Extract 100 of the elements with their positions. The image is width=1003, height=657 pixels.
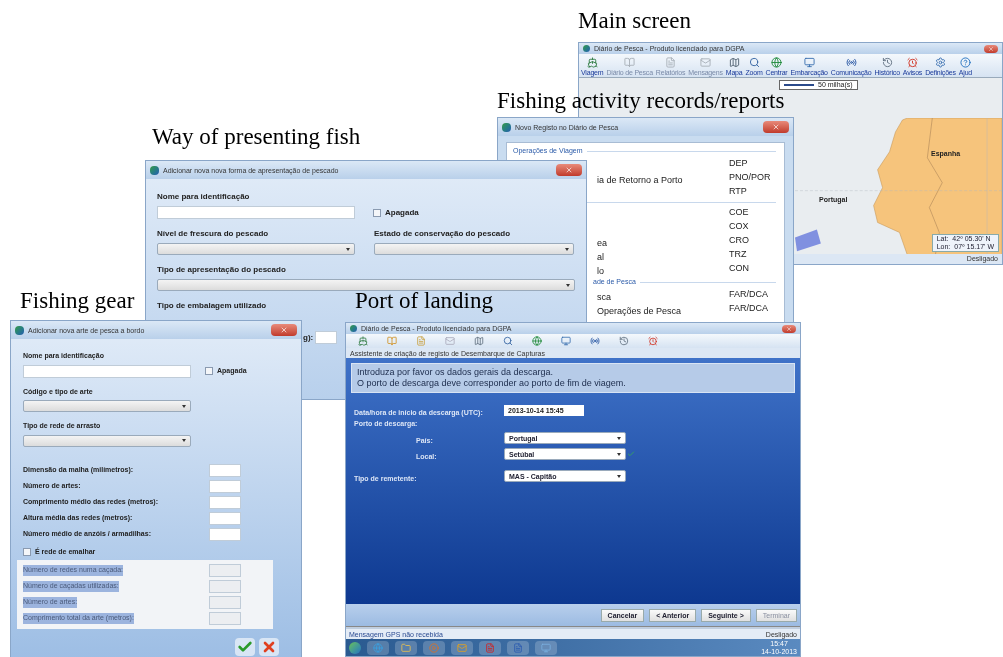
record-code: FAR/DCA [729,302,768,316]
list-item[interactable]: al [597,252,604,262]
caret-icon [182,439,186,442]
close-icon [988,45,994,52]
close-button[interactable] [556,164,582,176]
search-icon[interactable] [503,336,513,346]
field-label: Nome para identificação [157,191,250,203]
confirm-button[interactable] [235,638,255,656]
input-field[interactable] [157,206,355,219]
list-item[interactable]: ea [597,238,607,248]
field-label: Estado de conservação do pescado [374,228,511,240]
document-icon [513,642,523,653]
checkbox[interactable] [23,547,31,556]
close-button[interactable] [984,44,998,53]
caret-icon [617,474,621,478]
settings-icon [935,57,946,68]
slide-caption: Main screen [578,8,692,34]
instruction-text: Introduza por favor os dados gerais da descarga. [357,367,554,378]
list-item[interactable]: Operações de Pesca [597,306,682,316]
dropdown[interactable] [23,400,191,412]
field-label: Tipo de apresentação do pescado [157,264,286,276]
antenna-icon[interactable] [590,336,600,346]
record-code: COE [729,206,749,220]
clock-icon [881,57,893,68]
input-field[interactable] [209,479,241,493]
caret-icon [566,283,570,287]
record-code: CRO [729,234,749,248]
app-icon [583,45,590,52]
close-icon [786,325,792,332]
taskbar-button[interactable] [451,640,473,655]
taskbar-button[interactable] [507,640,529,655]
app-icon [502,122,511,132]
app-icon [350,325,357,332]
taskbar-button[interactable] [479,640,501,655]
record-code: PNO/POR [729,171,771,185]
map-icon[interactable] [474,336,484,346]
input-field[interactable] [209,612,241,625]
ship-icon [586,57,598,68]
checkbox-label: Apagada [385,206,419,219]
record-code: COX [729,220,749,234]
monitor-icon[interactable] [561,336,571,346]
globe-icon [373,642,383,653]
globe-icon [771,57,783,68]
alarm-clock-icon [907,57,918,68]
input-field[interactable] [315,331,338,344]
caret-icon [617,436,621,440]
input-field[interactable] [209,495,241,509]
taskbar-button[interactable] [367,640,389,655]
document-icon [665,57,677,68]
folder-icon [401,642,411,653]
slide-caption: Fishing activity records/reports [497,88,785,114]
monitor-icon [541,642,551,653]
checkbox[interactable] [373,208,381,217]
slide-caption: Fishing gear [20,288,135,314]
book-icon[interactable] [387,336,397,346]
list-item[interactable]: ia de Retorno a Porto [597,175,683,185]
field-label: Nível de frescura do pescado [157,228,269,240]
slide-caption: Way of presenting fish [152,124,361,150]
taskbar-button[interactable] [423,640,445,655]
play-icon [429,642,439,653]
caret-icon [617,452,621,456]
list-item[interactable]: sca [597,292,611,302]
envelope-icon[interactable] [445,336,455,346]
check-icon [237,639,253,655]
ship-icon[interactable] [358,336,368,346]
input-field[interactable] [209,527,241,541]
dropdown[interactable] [23,434,191,447]
caret-icon [182,404,186,408]
caret-icon [565,247,569,251]
record-code: FAR/DCA [729,288,768,302]
close-icon [565,166,573,174]
record-code: DEP [729,157,748,171]
close-button[interactable] [271,324,297,336]
alarm-clock-icon[interactable] [648,336,658,346]
close-button[interactable] [763,121,789,133]
input-field[interactable] [209,511,241,525]
dropdown[interactable] [157,279,575,291]
clock-icon[interactable] [619,336,629,346]
dropdown[interactable] [374,243,574,255]
start-button[interactable] [349,641,361,654]
list-item[interactable]: lo [597,266,604,276]
monitor-icon [803,57,815,68]
dropdown[interactable] [157,243,355,255]
checkbox[interactable] [205,367,213,375]
taskbar-button[interactable] [535,640,557,655]
input-field[interactable] [209,463,241,477]
input-field[interactable] [23,364,191,378]
close-icon [261,639,277,655]
close-button[interactable] [782,324,796,333]
globe-icon[interactable] [532,336,542,346]
input-field[interactable] [209,580,241,593]
document-icon[interactable] [416,336,426,346]
envelope-icon [700,57,712,68]
input-field[interactable] [209,564,241,577]
cancel-button[interactable] [259,638,279,656]
antenna-icon [845,57,857,68]
taskbar-button[interactable] [395,640,417,655]
input-field[interactable] [209,596,241,609]
help-icon [959,57,971,68]
search-icon [748,57,760,68]
